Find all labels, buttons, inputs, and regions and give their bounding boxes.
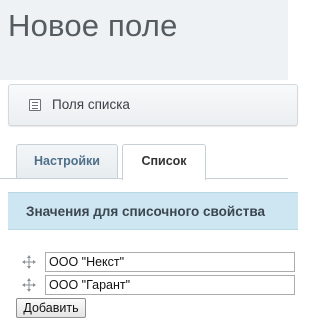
add-value-button[interactable]: Добавить: [16, 298, 86, 318]
page-title: Новое поле: [8, 8, 178, 43]
list-value-input[interactable]: [45, 252, 295, 272]
list-value-row: [0, 275, 295, 295]
section-header: Значения для списочного свойства: [8, 192, 298, 230]
tab-list[interactable]: Список: [122, 144, 206, 180]
drag-handle-icon[interactable]: [22, 255, 36, 269]
list-value-row: [0, 252, 295, 272]
section-title: Значения для списочного свойства: [26, 204, 265, 219]
list-icon: [29, 99, 41, 111]
drag-handle-icon[interactable]: [22, 278, 36, 292]
page-header: Новое поле: [0, 0, 288, 68]
header-band: [0, 68, 288, 80]
list-fields-label: Поля списка: [52, 97, 130, 112]
list-value-input[interactable]: [45, 275, 295, 295]
tab-settings[interactable]: Настройки: [16, 144, 118, 179]
list-fields-panel[interactable]: Поля списка: [8, 84, 298, 126]
